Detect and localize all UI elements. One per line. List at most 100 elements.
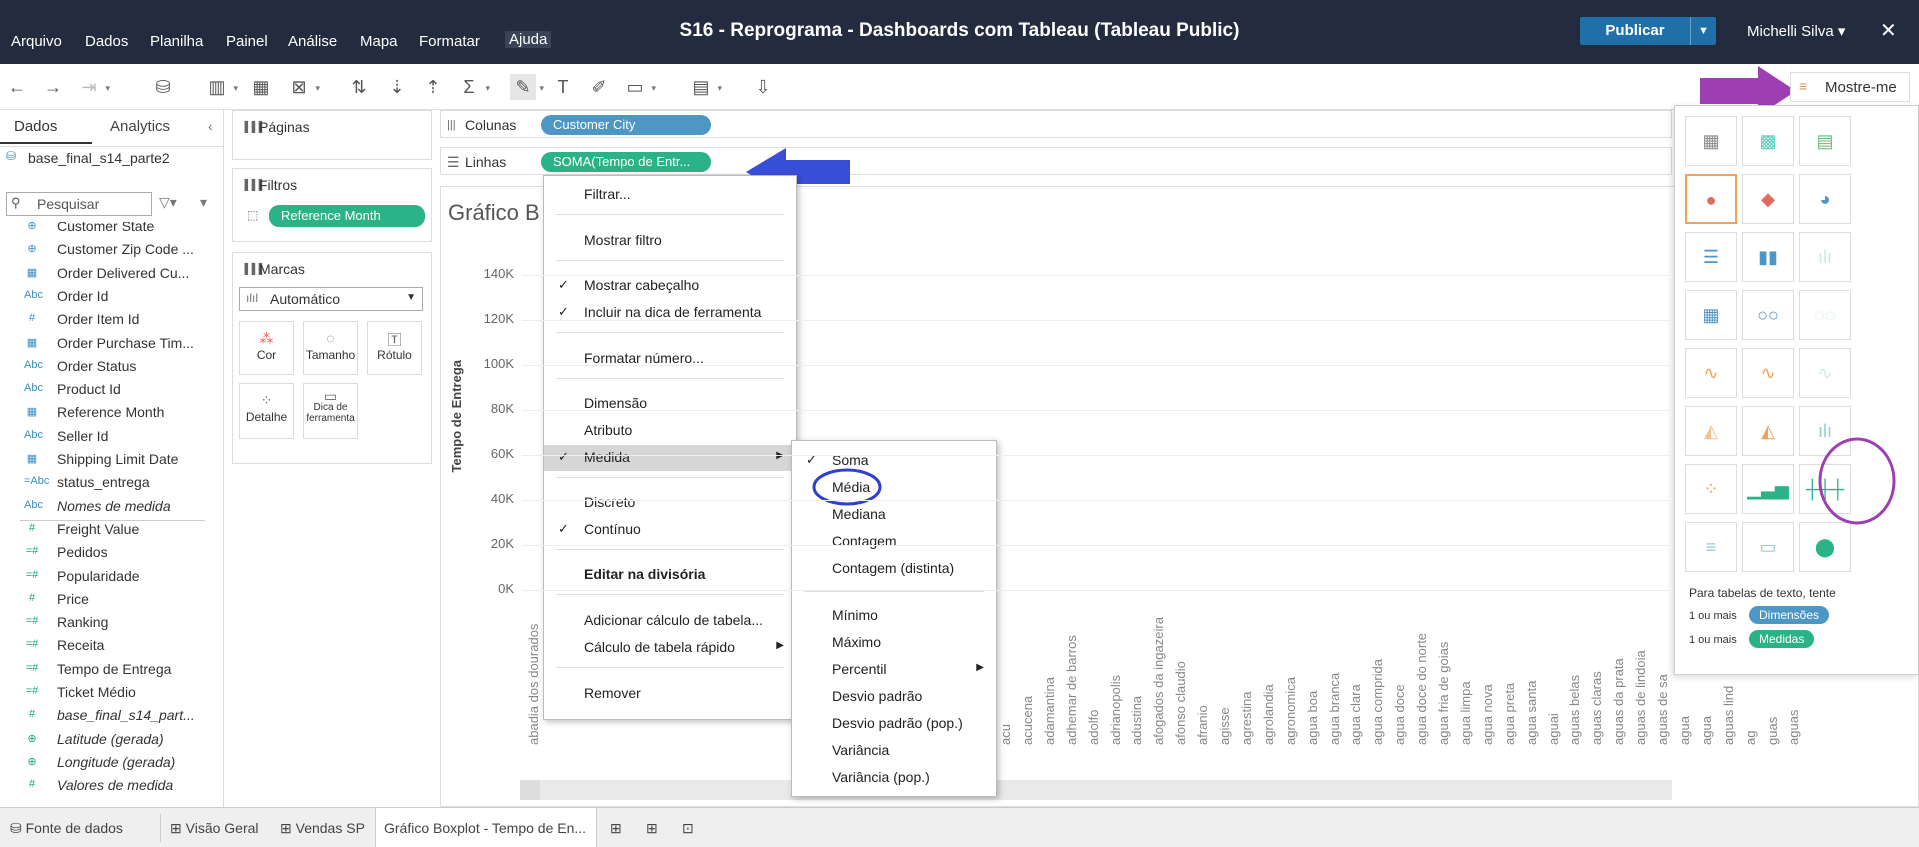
menu-mostrar-filtro[interactable]: Mostrar filtro [544,228,796,254]
menu-adicionar-calculo[interactable]: Adicionar cálculo de tabela... [544,608,796,634]
undo-icon[interactable]: ← [4,74,30,100]
new-sheet-icon[interactable]: ▥ [204,74,238,101]
totals-icon[interactable]: Σ [456,74,490,101]
field-item[interactable]: =# Ranking [0,612,210,635]
field-item[interactable]: # Valores de medida [0,775,210,798]
field-item[interactable]: Abc Product Id [0,379,210,402]
pie-chart-icon[interactable]: ◕ [1799,174,1851,224]
field-item[interactable]: Abc Nomes de medida [0,496,210,519]
replay-icon[interactable]: ⇥ [76,74,110,101]
field-item[interactable]: ⊕ Customer Zip Code ... [0,239,210,262]
field-item[interactable]: =# Tempo de Entrega [0,659,210,682]
close-icon[interactable]: ✕ [1880,18,1897,43]
tab-vendas-sp[interactable]: ⊞ Vendas SP [280,820,365,837]
scatter-plot-icon[interactable]: ⁘ [1685,464,1737,514]
field-item[interactable]: Abc Order Id [0,286,210,309]
menu-formatar[interactable]: Formatar [419,33,480,50]
continuous-lines-icon[interactable]: ∿ [1685,348,1737,398]
field-item[interactable]: =# Receita [0,635,210,658]
side-by-side-circles-icon[interactable]: ◌◌ [1799,290,1851,340]
side-by-side-bars-icon[interactable]: ılı [1799,232,1851,282]
field-item[interactable]: # Price [0,589,210,612]
collapse-icon[interactable]: ‹ [208,118,213,134]
field-item[interactable]: ⊕ Longitude (gerada) [0,752,210,775]
field-item[interactable]: Abc Seller Id [0,426,210,449]
menu-atributo[interactable]: Atributo [544,418,796,444]
menu-incluir-dica[interactable]: ✓ Incluir na dica de ferramenta [544,300,796,326]
menu-remover[interactable]: Remover [544,681,796,707]
pane-menu-icon[interactable]: ▾ [200,194,207,211]
menu-calculo-rapido[interactable]: Cálculo de tabela rápido ▶ [544,635,796,661]
tab-analytics[interactable]: Analytics [110,118,170,135]
mark-color-button[interactable]: ⁂ Cor [239,321,294,375]
symbol-map-icon[interactable]: ● [1685,174,1737,224]
gantt-icon[interactable]: ≡ [1685,522,1737,572]
publish-dropdown-icon[interactable]: ▼ [1690,17,1716,45]
horizontal-scrollbar[interactable] [520,780,1672,800]
area-continuous-icon[interactable]: ◭ [1685,406,1737,456]
swap-icon[interactable]: ⇅ [346,74,372,100]
mark-type-select[interactable]: ılıl Automático ▼ [239,287,423,311]
submenu-minimo[interactable]: Mínimo [792,603,996,629]
menu-continuo[interactable]: ✓ Contínuo [544,517,796,543]
new-datasource-icon[interactable]: ⛁ [150,74,176,100]
area-discrete-icon[interactable]: ◭ [1742,406,1794,456]
field-item[interactable]: # Freight Value [0,519,210,542]
menu-ajuda[interactable]: Ajuda [505,31,552,48]
submenu-variancia[interactable]: Variância [792,738,996,764]
field-item[interactable]: ▦ Shipping Limit Date [0,449,210,472]
circle-views-icon[interactable]: ○○ [1742,290,1794,340]
mark-label-button[interactable]: 🅃 Rótulo [367,321,422,375]
new-worksheet-icon[interactable]: ⊞ [610,820,622,837]
discrete-lines-icon[interactable]: ∿ [1742,348,1794,398]
submenu-maximo[interactable]: Máximo [792,630,996,656]
bullet-graph-icon[interactable]: ▭ [1742,522,1794,572]
heat-map-icon[interactable]: ▩ [1742,116,1794,166]
scrollbar-thumb[interactable] [520,780,540,800]
share-icon[interactable]: ⇩ [750,74,776,100]
treemap-icon[interactable]: ▦ [1685,290,1737,340]
mark-size-button[interactable]: ◌ Tamanho [303,321,358,375]
field-item[interactable]: =# Pedidos [0,542,210,565]
menu-analise[interactable]: Análise [288,33,337,50]
field-item[interactable]: ▦ Order Delivered Cu... [0,263,210,286]
redo-icon[interactable]: → [40,74,66,100]
submenu-desvio-padrao-pop[interactable]: Desvio padrão (pop.) [792,711,996,737]
submenu-desvio-padrao[interactable]: Desvio padrão [792,684,996,710]
fit-icon[interactable]: ▭ [622,74,656,101]
field-item[interactable]: ▦ Reference Month [0,402,210,425]
menu-discreto[interactable]: Discreto [544,490,796,516]
field-item[interactable]: =# Ticket Médio [0,682,210,705]
mark-detail-button[interactable]: ⁘ Detalhe [239,383,294,439]
field-item[interactable]: # Order Item Id [0,309,210,332]
new-story-icon[interactable]: ⊡ [682,820,694,837]
rows-shelf[interactable]: ☰ Linhas SOMA(Tempo de Entr... [440,147,1672,175]
menu-mostrar-cabecalho[interactable]: ✓ Mostrar cabeçalho [544,273,796,299]
datasource-name[interactable]: base_final_s14_parte2 [28,150,170,166]
sort-desc-icon[interactable]: ⇡ [420,74,446,100]
clear-sheet-icon[interactable]: ⊠ [286,74,320,101]
tab-visao-geral[interactable]: ⊞ Visão Geral [170,820,259,837]
dual-lines-icon[interactable]: ∿ [1799,348,1851,398]
field-item[interactable]: # base_final_s14_part... [0,705,210,728]
publish-button[interactable]: Publicar ▼ [1580,17,1716,45]
field-item[interactable]: Abc Order Status [0,356,210,379]
columns-pill-customer-city[interactable]: Customer City [541,115,711,135]
menu-filtrar[interactable]: Filtrar... [544,182,796,208]
presentation-icon[interactable]: ▤ [688,74,722,101]
menu-medida[interactable]: ✓Medida▶ [544,445,796,471]
horizontal-bars-icon[interactable]: ☰ [1685,232,1737,282]
label-icon[interactable]: T [550,74,576,100]
rows-pill-tempo-entrega[interactable]: SOMA(Tempo de Entr... [541,152,711,172]
menu-formatar-numero[interactable]: Formatar número... [544,346,796,372]
menu-dimensao[interactable]: Dimensão [544,391,796,417]
filter-pill-reference-month[interactable]: Reference Month [269,205,425,227]
menu-painel[interactable]: Painel [226,33,268,50]
columns-shelf[interactable]: ||| Colunas Customer City [440,110,1672,138]
mark-tooltip-button[interactable]: ▭ Dica de ferramenta [303,383,358,439]
menu-mapa[interactable]: Mapa [360,33,398,50]
menu-editar-divisoria[interactable]: Editar na divisória [544,562,796,588]
text-table-icon[interactable]: ▦ [1685,116,1737,166]
highlight-table-icon[interactable]: ▤ [1799,116,1851,166]
field-item[interactable]: ▦ Order Purchase Tim... [0,333,210,356]
